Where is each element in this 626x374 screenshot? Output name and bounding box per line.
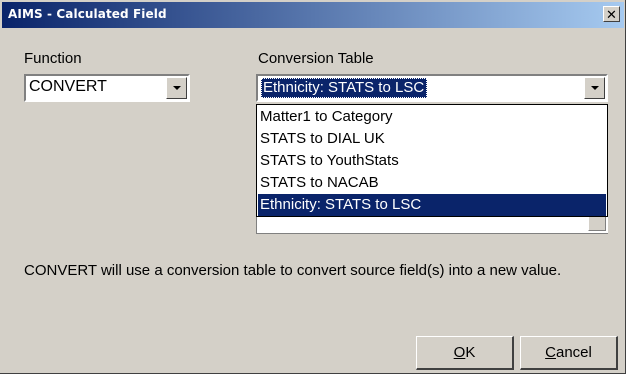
chevron-down-icon xyxy=(172,86,181,90)
calculated-field-dialog: AIMS - Calculated Field ✕ Function CONVE… xyxy=(0,0,626,374)
function-select-value: CONVERT xyxy=(29,78,107,95)
cancel-button-label: ancel xyxy=(555,344,592,361)
ok-button-mnemonic: O xyxy=(453,344,466,361)
conversion-table-options-list[interactable]: Matter1 to Category STATS to DIAL UK STA… xyxy=(256,104,608,217)
cancel-button-mnemonic: C xyxy=(545,344,556,361)
function-select[interactable]: CONVERT xyxy=(24,74,190,102)
function-label: Function xyxy=(24,50,82,67)
list-item[interactable]: STATS to NACAB xyxy=(258,172,606,194)
close-button[interactable]: ✕ xyxy=(603,6,620,22)
function-dropdown-button[interactable] xyxy=(166,77,187,99)
conversion-table-select[interactable]: Ethnicity: STATS to LSC xyxy=(256,74,608,102)
hidden-dropdown-button xyxy=(588,216,606,231)
ok-button[interactable]: OK xyxy=(416,336,514,370)
conversion-table-label: Conversion Table xyxy=(258,50,374,67)
list-item[interactable]: STATS to DIAL UK xyxy=(258,128,606,150)
hidden-field-behind-list xyxy=(256,216,608,234)
window-title: AIMS - Calculated Field xyxy=(8,7,167,21)
title-bar[interactable]: AIMS - Calculated Field ✕ xyxy=(2,2,624,28)
ok-button-label: K xyxy=(465,344,476,361)
list-item[interactable]: STATS to YouthStats xyxy=(258,150,606,172)
conversion-table-select-value: Ethnicity: STATS to LSC xyxy=(261,78,428,98)
cancel-button[interactable]: Cancel xyxy=(520,336,618,370)
list-item[interactable]: Matter1 to Category xyxy=(258,106,606,128)
close-icon: ✕ xyxy=(606,6,617,22)
list-item-selected[interactable]: Ethnicity: STATS to LSC xyxy=(258,194,606,216)
conversion-table-dropdown-button[interactable] xyxy=(584,77,605,99)
chevron-down-icon xyxy=(590,86,599,90)
function-description: CONVERT will use a conversion table to c… xyxy=(24,262,562,279)
